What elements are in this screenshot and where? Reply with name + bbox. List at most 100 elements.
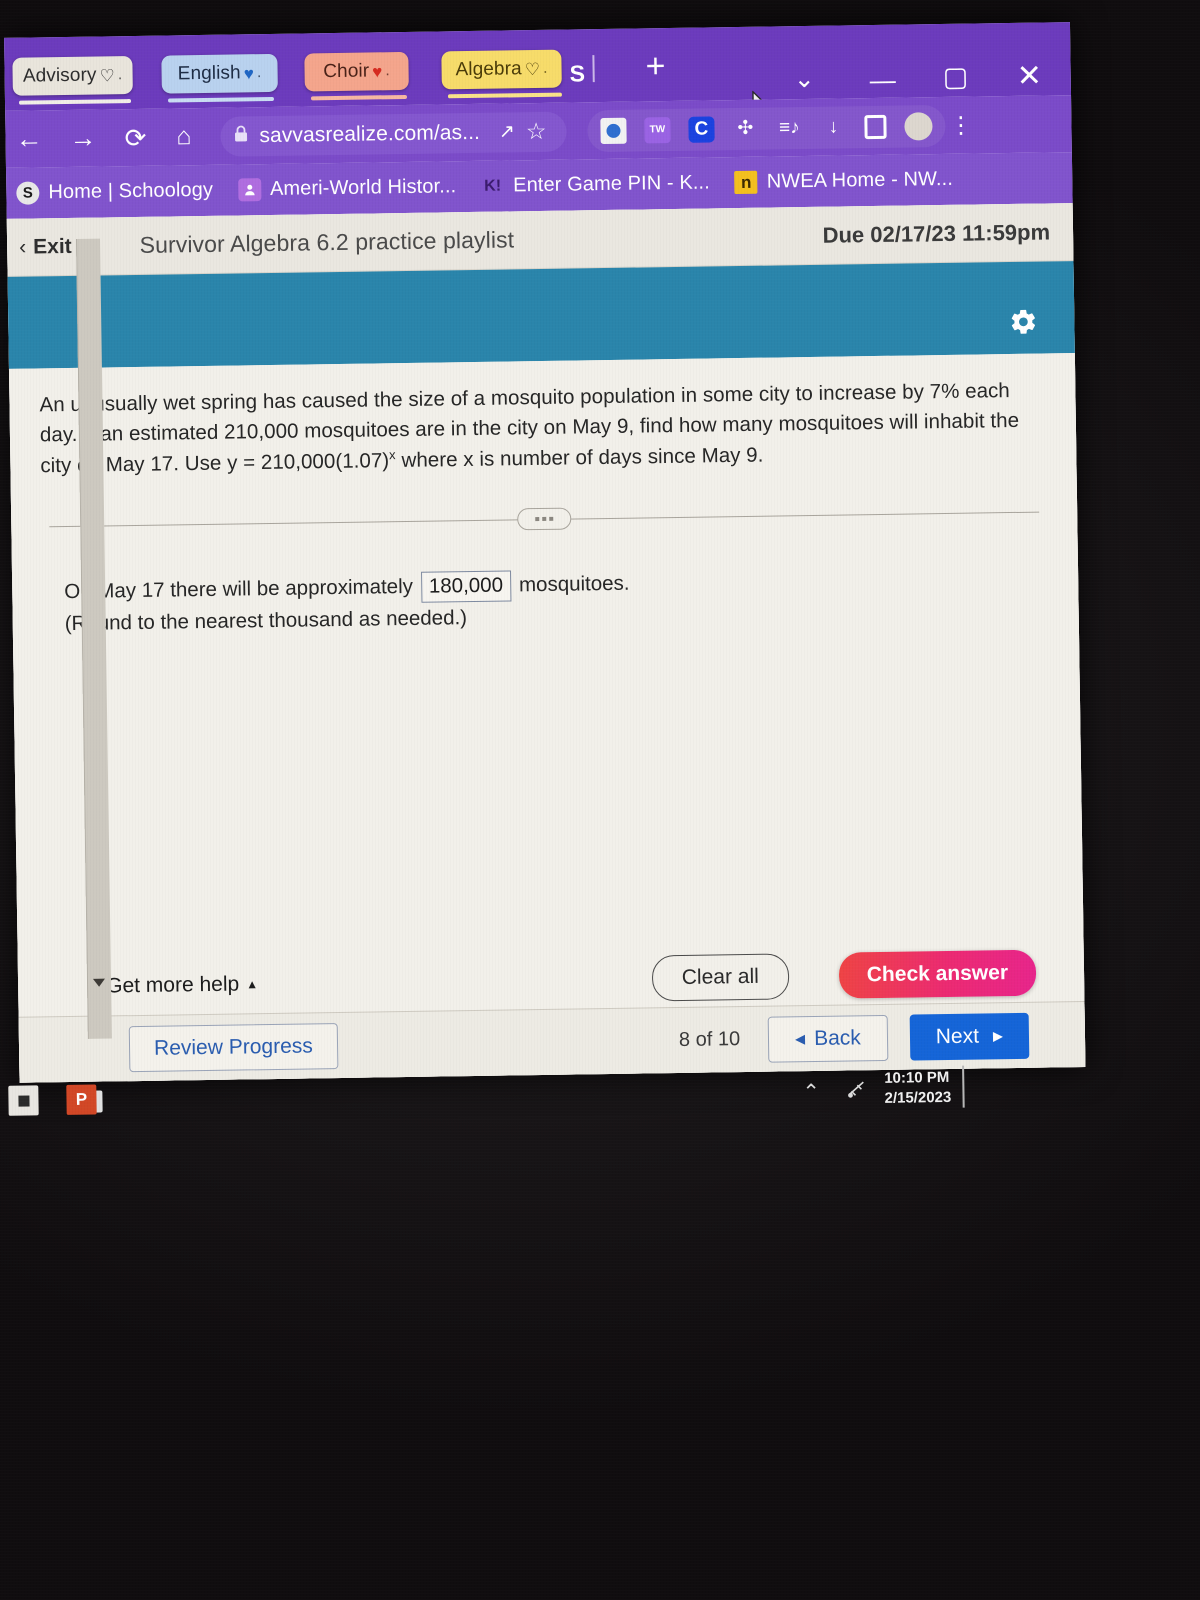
browser-tab-choir[interactable]: Choir ♥ .: [304, 51, 409, 92]
next-button[interactable]: Next ▶: [909, 1012, 1030, 1061]
question-prompt-part2: where x is number of days since May 9.: [395, 443, 764, 473]
profile-avatar[interactable]: [904, 111, 933, 141]
browser-tab-advisory[interactable]: Advisory ♡ .: [12, 56, 133, 96]
minimize-icon[interactable]: —: [870, 65, 896, 96]
globe-extension-icon[interactable]: [600, 117, 627, 144]
bookmark-label: Ameri-World Histor...: [269, 175, 457, 200]
tab-overflow-schoology-icon[interactable]: S: [569, 60, 585, 87]
tab-label-suffix: .: [117, 66, 123, 84]
tab-underline-algebra: [447, 92, 562, 99]
laptop-screen: Advisory ♡ . English ♥ . Choir ♥ . Algeb…: [4, 22, 1086, 1083]
assignment-banner: [7, 261, 1075, 369]
next-label: Next: [935, 1024, 980, 1048]
tab-label: Choir: [323, 60, 370, 83]
tab-label-suffix: .: [256, 64, 262, 82]
address-bar[interactable]: savvasrealize.com/as... ↗ ☆: [220, 111, 567, 157]
browser-tab-algebra[interactable]: Algebra ♡ .: [441, 49, 562, 90]
heart-blue-icon: ♥: [243, 63, 255, 83]
tab-label: Algebra: [455, 58, 522, 81]
bookmark-star-icon[interactable]: ☆: [526, 118, 547, 145]
kahoot-favicon: K!: [484, 177, 502, 195]
extension-toolbar: TW C ✣ ≡♪ ↓: [587, 104, 946, 152]
triangle-left-icon: ◀: [794, 1030, 806, 1046]
review-progress-button[interactable]: Review Progress: [128, 1022, 339, 1072]
close-icon[interactable]: ✕: [1016, 59, 1042, 94]
tw-extension-icon[interactable]: TW: [644, 116, 671, 143]
section-divider: [49, 501, 1040, 538]
tray-expand-icon[interactable]: ⌃: [802, 1080, 820, 1105]
powerpoint-icon[interactable]: P: [66, 1084, 97, 1115]
square-extension-icon[interactable]: [864, 114, 887, 139]
answer-prefix: On May 17 there will be approximately: [64, 575, 414, 604]
tab-label-suffix: .: [385, 62, 391, 80]
caret-up-icon: ▲: [246, 977, 259, 992]
back-label: Back: [813, 1025, 861, 1050]
divider-expander-button[interactable]: [517, 507, 572, 531]
forward-arrow-icon[interactable]: →: [69, 123, 96, 153]
tab-underline-advisory: [18, 99, 132, 105]
question-count-label: 8 of 10: [678, 1028, 741, 1052]
answer-suffix: mosquitoes.: [518, 571, 630, 597]
chevron-down-icon[interactable]: ⌄: [794, 64, 815, 94]
browser-tab-english[interactable]: English ♥ .: [161, 53, 278, 94]
bookmark-enter-game-pin[interactable]: K! Enter Game PIN - K...: [481, 171, 710, 197]
clock-time: 10:10 PM: [884, 1068, 950, 1087]
triangle-right-icon: ▶: [992, 1027, 1004, 1043]
question-prompt: An unusually wet spring has caused the s…: [39, 375, 1046, 481]
url-text: savvasrealize.com/as...: [259, 120, 481, 147]
playlist-extension-icon[interactable]: ≡♪: [776, 115, 802, 141]
tab-label: English: [177, 62, 241, 85]
tab-underline-choir: [310, 94, 408, 101]
tab-label-suffix: .: [542, 59, 548, 77]
tab-underline-english: [167, 96, 275, 103]
gear-icon[interactable]: [1008, 307, 1038, 337]
exit-label: Exit: [32, 234, 72, 258]
maximize-icon[interactable]: ▢: [943, 62, 969, 93]
download-icon[interactable]: ↓: [820, 114, 846, 140]
ellipsis-dot: [549, 517, 554, 522]
get-more-help-button[interactable]: Get more help ▲: [106, 972, 258, 998]
ellipsis-dot: [542, 517, 547, 522]
scroll-down-arrow-icon[interactable]: [92, 978, 106, 987]
schoology-favicon: S: [16, 181, 40, 205]
share-icon[interactable]: ↗: [499, 120, 515, 143]
clear-all-button[interactable]: Clear all: [651, 953, 790, 1002]
due-date-label: Due 02/17/23 11:59pm: [822, 218, 1051, 248]
clock-date: 2/15/2023: [884, 1089, 952, 1108]
new-tab-button[interactable]: +: [645, 47, 665, 85]
heart-outline-icon: ♡: [524, 59, 541, 79]
file-explorer-icon[interactable]: [8, 1085, 39, 1116]
bookmark-ameri-world-history[interactable]: Ameri-World Histor...: [237, 175, 457, 202]
question-body: An unusually wet spring has caused the s…: [8, 353, 1086, 1083]
bookmark-home-schoology[interactable]: S Home | Schoology: [16, 179, 213, 205]
tab-strip-caret: [592, 55, 595, 83]
puzzle-extension-icon[interactable]: ✣: [732, 115, 758, 141]
ellipsis-dot: [535, 517, 540, 522]
bookmark-label: Home | Schoology: [48, 178, 214, 204]
bookmark-label: Enter Game PIN - K...: [513, 171, 710, 197]
c-extension-icon[interactable]: C: [688, 115, 715, 143]
nwea-favicon: n: [734, 170, 758, 195]
back-button[interactable]: ◀ Back: [767, 1014, 889, 1063]
answer-input[interactable]: 180,000: [420, 570, 512, 603]
lock-icon: [233, 125, 248, 147]
exit-button[interactable]: ‹ Exit: [19, 234, 72, 259]
bookmark-label: NWEA Home - NW...: [766, 167, 954, 193]
tab-label: Advisory: [22, 64, 97, 87]
home-icon[interactable]: ⌂: [176, 122, 192, 150]
browser-menu-icon[interactable]: ⋮: [949, 112, 973, 139]
answer-block: On May 17 there will be approximately 18…: [64, 563, 1049, 636]
taskbar-clock[interactable]: 10:10 PM 2/15/2023: [884, 1068, 951, 1109]
action-row: Get more help ▲ Clear all Check answer: [18, 949, 1085, 1011]
heart-outline-icon: ♡: [99, 65, 116, 85]
get-more-help-label: Get more help: [105, 972, 240, 998]
network-icon[interactable]: [846, 1079, 868, 1105]
user-favicon: [237, 178, 262, 202]
reload-icon[interactable]: ⟳: [124, 122, 146, 152]
savvas-realize-page: ‹ Exit Survivor Algebra 6.2 practice pla…: [6, 203, 1086, 1083]
heart-red-icon: ♥: [372, 61, 383, 81]
check-answer-button[interactable]: Check answer: [838, 949, 1037, 999]
page-title: Survivor Algebra 6.2 practice playlist: [139, 226, 515, 258]
bookmark-nwea-home[interactable]: n NWEA Home - NW...: [734, 167, 954, 195]
back-arrow-icon[interactable]: ←: [15, 123, 42, 153]
